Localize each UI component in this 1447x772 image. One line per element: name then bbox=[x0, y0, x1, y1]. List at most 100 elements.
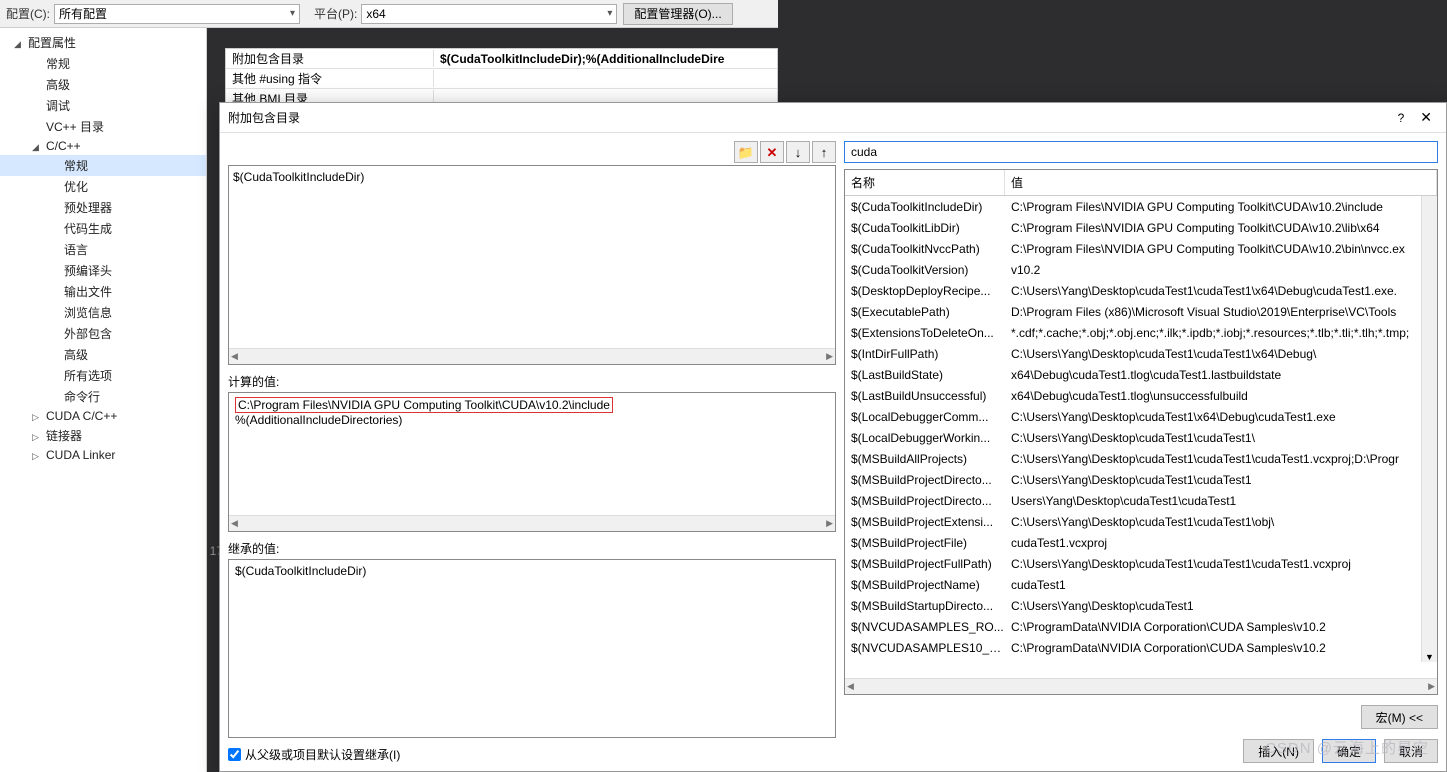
macro-row[interactable]: $(MSBuildStartupDirecto...C:\Users\Yang\… bbox=[845, 595, 1437, 616]
macro-name: $(LocalDebuggerComm... bbox=[845, 410, 1005, 424]
tree-item[interactable]: ▷链接器 bbox=[0, 425, 206, 446]
close-icon[interactable]: ✕ bbox=[1414, 107, 1438, 128]
inherit-checkbox-input[interactable] bbox=[228, 748, 241, 761]
macro-rows: $(CudaToolkitIncludeDir)C:\Program Files… bbox=[845, 196, 1437, 678]
insert-button[interactable]: 插入(N) bbox=[1243, 739, 1314, 763]
macro-row[interactable]: $(LocalDebuggerComm...C:\Users\Yang\Desk… bbox=[845, 406, 1437, 427]
include-dirs-list[interactable]: $(CudaToolkitIncludeDir) ◀▶ bbox=[228, 165, 836, 365]
tree-cpp[interactable]: ◢C/C++ bbox=[0, 137, 206, 155]
platform-value: x64 bbox=[366, 7, 385, 21]
tree-item[interactable]: 优化 bbox=[0, 176, 206, 197]
macro-value: C:\Users\Yang\Desktop\cudaTest1\cudaTest… bbox=[1005, 347, 1437, 361]
help-icon[interactable]: ? bbox=[1398, 111, 1405, 125]
move-up-button[interactable]: ↑ bbox=[812, 141, 836, 163]
tree-root[interactable]: ◢配置属性 bbox=[0, 32, 206, 53]
macro-row[interactable]: $(IntDirFullPath)C:\Users\Yang\Desktop\c… bbox=[845, 343, 1437, 364]
tree-item[interactable]: ▷CUDA C/C++ bbox=[0, 407, 206, 425]
macro-button-row: 宏(M) << bbox=[844, 705, 1438, 729]
tree-item[interactable]: 代码生成 bbox=[0, 218, 206, 239]
property-row[interactable]: 附加包含目录$(CudaToolkitIncludeDir);%(Additio… bbox=[226, 49, 777, 69]
macro-name: $(MSBuildStartupDirecto... bbox=[845, 599, 1005, 613]
macro-row[interactable]: $(MSBuildProjectFile)cudaTest1.vcxproj bbox=[845, 532, 1437, 553]
config-select[interactable]: 所有配置 ▾ bbox=[54, 4, 300, 24]
tree-item[interactable]: 调试 bbox=[0, 95, 206, 116]
macro-name: $(ExecutablePath) bbox=[845, 305, 1005, 319]
inherit-checkbox-label: 从父级或项目默认设置继承(I) bbox=[245, 746, 400, 763]
dialog-title: 附加包含目录 bbox=[228, 109, 1398, 126]
macro-value: x64\Debug\cudaTest1.tlog\cudaTest1.lastb… bbox=[1005, 368, 1437, 382]
tree-item[interactable]: 所有选项 bbox=[0, 365, 206, 386]
inherit-checkbox[interactable]: 从父级或项目默认设置继承(I) bbox=[228, 746, 836, 763]
tree-item[interactable]: 高级 bbox=[0, 74, 206, 95]
tree-item[interactable]: 常规 bbox=[0, 53, 206, 74]
property-grid: 附加包含目录$(CudaToolkitIncludeDir);%(Additio… bbox=[225, 48, 778, 110]
macro-row[interactable]: $(NVCUDASAMPLES10_2...C:\ProgramData\NVI… bbox=[845, 637, 1437, 658]
macro-row[interactable]: $(ExtensionsToDeleteOn...*.cdf;*.cache;*… bbox=[845, 322, 1437, 343]
macro-search-input[interactable] bbox=[844, 141, 1438, 163]
macro-row[interactable]: $(CudaToolkitVersion)v10.2 bbox=[845, 259, 1437, 280]
tree-item[interactable]: 外部包含 bbox=[0, 323, 206, 344]
cancel-button[interactable]: 取消 bbox=[1384, 739, 1438, 763]
property-page-toolbar: 配置(C): 所有配置 ▾ 平台(P): x64 ▾ 配置管理器(O)... bbox=[0, 0, 778, 28]
move-down-button[interactable]: ↓ bbox=[786, 141, 810, 163]
macro-row[interactable]: $(CudaToolkitIncludeDir)C:\Program Files… bbox=[845, 196, 1437, 217]
macros-button[interactable]: 宏(M) << bbox=[1361, 705, 1438, 729]
property-row[interactable]: 其他 #using 指令 bbox=[226, 69, 777, 89]
macro-row[interactable]: $(LastBuildUnsuccessful)x64\Debug\cudaTe… bbox=[845, 385, 1437, 406]
new-folder-button[interactable]: 📁 bbox=[734, 141, 758, 163]
horizontal-scrollbar[interactable]: ◀▶ bbox=[229, 515, 835, 531]
delete-button[interactable]: ✕ bbox=[760, 141, 784, 163]
macro-row[interactable]: $(MSBuildAllProjects)C:\Users\Yang\Deskt… bbox=[845, 448, 1437, 469]
chevron-down-icon: ▾ bbox=[290, 8, 295, 19]
macro-row[interactable]: $(MSBuildProjectDirecto...C:\Users\Yang\… bbox=[845, 469, 1437, 490]
vertical-scrollbar[interactable]: ▼ bbox=[1421, 196, 1437, 662]
tree-item[interactable]: 高级 bbox=[0, 344, 206, 365]
tree-item[interactable]: 输出文件 bbox=[0, 281, 206, 302]
macro-name: $(MSBuildProjectFile) bbox=[845, 536, 1005, 550]
inherited-value: $(CudaToolkitIncludeDir) bbox=[235, 564, 829, 578]
macro-name: $(CudaToolkitVersion) bbox=[845, 263, 1005, 277]
chevron-down-icon: ▾ bbox=[607, 8, 612, 19]
tree-item[interactable]: 预处理器 bbox=[0, 197, 206, 218]
tree-item[interactable]: 浏览信息 bbox=[0, 302, 206, 323]
inherited-label: 继承的值: bbox=[228, 540, 836, 557]
col-value[interactable]: 值 bbox=[1005, 170, 1437, 195]
tree-item[interactable]: 语言 bbox=[0, 239, 206, 260]
macro-value: *.cdf;*.cache;*.obj;*.obj.enc;*.ilk;*.ip… bbox=[1005, 326, 1437, 340]
macro-row[interactable]: $(MSBuildProjectFullPath)C:\Users\Yang\D… bbox=[845, 553, 1437, 574]
list-item[interactable]: $(CudaToolkitIncludeDir) bbox=[233, 170, 831, 184]
dialog-right-column: 名称 值 $(CudaToolkitIncludeDir)C:\Program … bbox=[844, 141, 1438, 763]
macro-row[interactable]: $(ExecutablePath)D:\Program Files (x86)\… bbox=[845, 301, 1437, 322]
tree-item[interactable]: ▷CUDA Linker bbox=[0, 446, 206, 464]
tree-item[interactable]: 预编译头 bbox=[0, 260, 206, 281]
additional-include-dirs-dialog: 附加包含目录 ? ✕ 📁 ✕ ↓ ↑ $(CudaToolkitIncludeD… bbox=[219, 102, 1447, 772]
tree-item[interactable]: VC++ 目录 bbox=[0, 116, 206, 137]
horizontal-scrollbar[interactable]: ◀▶ bbox=[845, 678, 1437, 694]
horizontal-scrollbar[interactable]: ◀▶ bbox=[229, 348, 835, 364]
macro-value: C:\Program Files\NVIDIA GPU Computing To… bbox=[1005, 200, 1437, 214]
macro-row[interactable]: $(MSBuildProjectDirecto...Users\Yang\Des… bbox=[845, 490, 1437, 511]
ok-button[interactable]: 确定 bbox=[1322, 739, 1376, 763]
macro-value: C:\Program Files\NVIDIA GPU Computing To… bbox=[1005, 242, 1437, 256]
macro-row[interactable]: $(MSBuildProjectName)cudaTest1 bbox=[845, 574, 1437, 595]
macro-row[interactable]: $(CudaToolkitLibDir)C:\Program Files\NVI… bbox=[845, 217, 1437, 238]
col-name[interactable]: 名称 bbox=[845, 170, 1005, 195]
macro-table-header: 名称 值 bbox=[845, 170, 1437, 196]
macro-row[interactable]: $(CudaToolkitNvccPath)C:\Program Files\N… bbox=[845, 238, 1437, 259]
macro-value: C:\Users\Yang\Desktop\cudaTest1\cudaTest… bbox=[1005, 473, 1437, 487]
macro-row[interactable]: $(LastBuildState)x64\Debug\cudaTest1.tlo… bbox=[845, 364, 1437, 385]
config-label: 配置(C): bbox=[6, 5, 50, 22]
macro-row[interactable]: $(LocalDebuggerWorkin...C:\Users\Yang\De… bbox=[845, 427, 1437, 448]
macro-row[interactable]: $(MSBuildProjectExtensi...C:\Users\Yang\… bbox=[845, 511, 1437, 532]
macro-value: C:\Users\Yang\Desktop\cudaTest1\cudaTest… bbox=[1005, 284, 1437, 298]
macro-value: x64\Debug\cudaTest1.tlog\unsuccessfulbui… bbox=[1005, 389, 1437, 403]
tree-item-selected[interactable]: 常规 bbox=[0, 155, 206, 176]
macro-name: $(CudaToolkitLibDir) bbox=[845, 221, 1005, 235]
platform-select[interactable]: x64 ▾ bbox=[361, 4, 617, 24]
macro-row[interactable]: $(DesktopDeployRecipe...C:\Users\Yang\De… bbox=[845, 280, 1437, 301]
config-manager-button[interactable]: 配置管理器(O)... bbox=[623, 3, 732, 25]
macro-value: C:\Users\Yang\Desktop\cudaTest1\cudaTest… bbox=[1005, 452, 1437, 466]
macro-table: 名称 值 $(CudaToolkitIncludeDir)C:\Program … bbox=[844, 169, 1438, 695]
tree-item[interactable]: 命令行 bbox=[0, 386, 206, 407]
macro-row[interactable]: $(NVCUDASAMPLES_RO...C:\ProgramData\NVID… bbox=[845, 616, 1437, 637]
